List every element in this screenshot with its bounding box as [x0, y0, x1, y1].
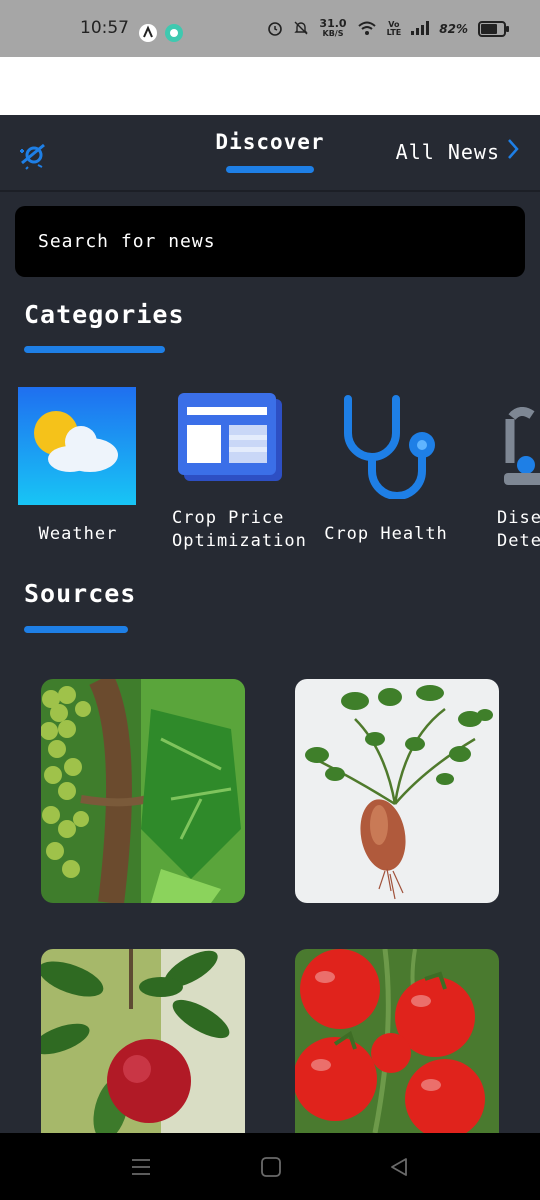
home-icon[interactable]: [259, 1155, 283, 1179]
source-card-grapes[interactable]: [41, 679, 245, 903]
category-label-line: Disea: [497, 508, 540, 528]
news-layout-icon: [178, 393, 284, 487]
sources-underline: [24, 626, 128, 633]
network-speed: 31.0 KB/S: [319, 17, 347, 39]
recent-apps-icon[interactable]: [129, 1155, 153, 1179]
category-label: Disea Dete: [497, 507, 540, 553]
battery-percent: 82%: [439, 22, 468, 36]
tab-discover-indicator: [226, 166, 314, 173]
chevron-right-icon: [506, 137, 520, 166]
back-icon[interactable]: [387, 1155, 411, 1179]
app-bar-spacer: [0, 57, 540, 115]
system-nav-bar: [0, 1133, 540, 1200]
search-placeholder: Search for news: [38, 231, 216, 252]
source-card-apple[interactable]: [41, 949, 245, 1133]
category-label: Crop Price Optimization: [172, 507, 312, 553]
category-disease-detection[interactable]: Disea Dete: [484, 385, 540, 560]
app-notification-icon: [139, 24, 157, 42]
volte-bottom: LTE: [386, 28, 402, 37]
alarm-icon: [267, 20, 283, 39]
category-label: Crop Health: [324, 524, 448, 544]
tomatoes-image: [295, 949, 499, 1133]
category-weather[interactable]: Weather: [8, 385, 148, 560]
network-speed-unit: KB/S: [322, 29, 344, 38]
categories-underline: [24, 346, 165, 353]
status-bar: 10:57 31.0 KB/S Vo LTE 82%: [0, 0, 540, 57]
categories-title: Categories: [24, 300, 185, 329]
category-label-line: Dete: [497, 531, 540, 551]
status-time: 10:57: [80, 18, 129, 38]
categories-list: Weather Crop Price Optimization Crop Hea…: [0, 385, 540, 560]
stethoscope-icon: [336, 393, 440, 503]
category-label-line: Crop Price: [172, 508, 285, 528]
volte-badge: Vo LTE: [387, 21, 402, 37]
weather-icon: [18, 387, 136, 509]
top-bar: Discover All News: [0, 115, 540, 192]
sweet-potato-plant-image: [295, 679, 499, 903]
apple-tree-image: [41, 949, 245, 1133]
network-speed-value: 31.0: [319, 17, 347, 30]
source-card-sweet-potato[interactable]: [295, 679, 499, 903]
category-label: Weather: [38, 524, 118, 544]
grapes-vine-image: [41, 679, 245, 903]
all-news-link[interactable]: All News: [396, 137, 520, 166]
chat-notification-icon: [165, 24, 183, 42]
search-input[interactable]: Search for news: [15, 206, 525, 277]
category-crop-health[interactable]: Crop Health: [316, 385, 456, 560]
all-news-label: All News: [395, 139, 500, 164]
mute-bell-icon: [293, 20, 309, 39]
category-label-line: Optimization: [172, 531, 307, 551]
signal-icon: [411, 20, 430, 38]
wifi-icon: [357, 20, 377, 39]
microscope-icon: [502, 407, 540, 491]
source-card-tomatoes[interactable]: [295, 949, 499, 1133]
battery-icon: [478, 21, 509, 37]
category-crop-price-optimization[interactable]: Crop Price Optimization: [162, 385, 306, 560]
sources-title: Sources: [24, 579, 137, 608]
